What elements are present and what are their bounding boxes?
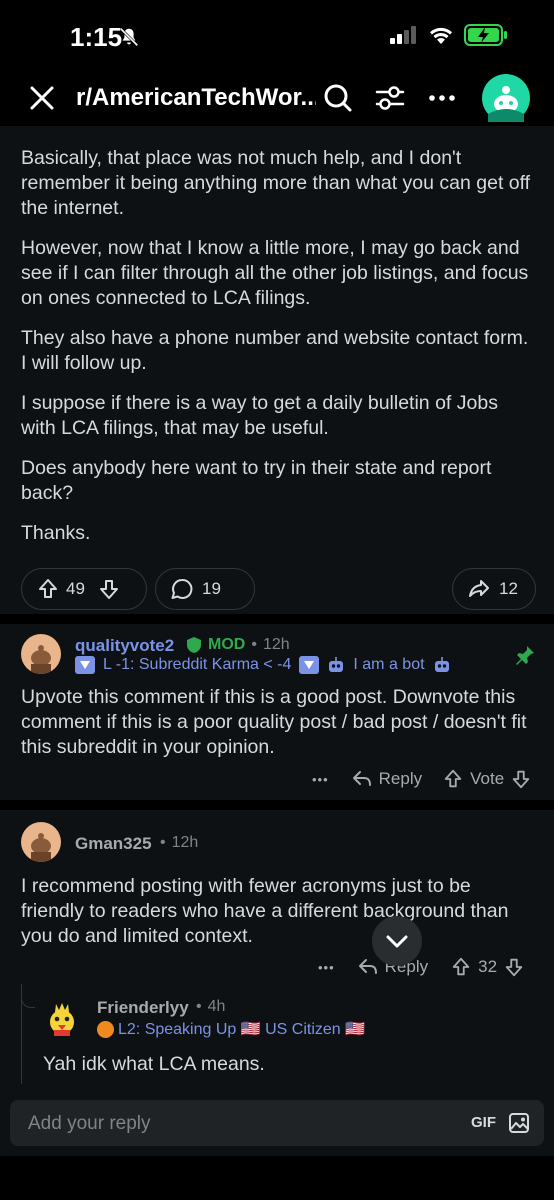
subreddit-title[interactable]: r/AmericanTechWor... [76, 84, 316, 112]
user-flair: L -1: Subreddit Karma < -4 I am a bot [75, 656, 451, 674]
comment-meta: • 4h [196, 998, 225, 1016]
chick-avatar-icon [50, 1003, 74, 1036]
more-options-button[interactable]: ••• [318, 960, 335, 975]
post-paragraph: Basically, that place was not much help,… [21, 147, 531, 219]
comment-bubble-icon [171, 578, 193, 599]
image-icon[interactable] [508, 1112, 530, 1134]
reply-button[interactable]: Reply [379, 769, 422, 789]
comment-actions: ••• Reply Vote [312, 768, 532, 790]
meta-separator: • [251, 636, 257, 653]
user-flair: L2: Speaking Up 🇺🇸 US Citizen 🇺🇸 [97, 1019, 365, 1039]
reply-icon[interactable] [351, 768, 373, 790]
avatar[interactable] [21, 822, 61, 862]
upvote-icon[interactable] [36, 577, 60, 601]
vote-label: Vote [470, 769, 505, 788]
snoo-avatar-icon [31, 645, 51, 674]
robot-icon [434, 657, 449, 672]
comment-body: Upvote this comment if this is a good po… [21, 686, 527, 758]
share-icon [469, 580, 489, 597]
comments-button[interactable]: 19 [155, 568, 255, 610]
comment-time: 4h [207, 998, 226, 1015]
comment-body: I recommend posting with fewer acronyms … [21, 875, 509, 947]
comment-time: 12h [171, 834, 199, 851]
reply-indent-curve [21, 988, 35, 1008]
reply-bar: Add your reply GIF [0, 1084, 554, 1200]
next-comment-button[interactable] [372, 916, 422, 966]
close-icon[interactable] [28, 84, 56, 112]
signal-icon [390, 26, 416, 44]
more-options-icon[interactable] [426, 82, 458, 114]
pin-icon [516, 646, 534, 665]
post-paragraph: They also have a phone number and websit… [21, 327, 529, 374]
downvote-icon[interactable] [503, 956, 525, 978]
chevron-down-icon [386, 935, 408, 948]
snoo-avatar-icon [31, 833, 51, 862]
post-vote-count: 49 [66, 579, 85, 598]
comment-meta: MOD • 12h [186, 636, 290, 654]
comment-body: Yah idk what LCA means. [43, 1053, 265, 1075]
comment-count: 19 [202, 579, 221, 598]
downvote-icon[interactable] [97, 577, 121, 601]
meta-separator: • [160, 834, 166, 851]
share-button[interactable]: 12 [452, 568, 536, 610]
comment-author[interactable]: Gman325 [75, 834, 152, 854]
wifi-icon [430, 27, 452, 44]
flair-text: I am a bot [353, 656, 425, 673]
post-paragraph: However, now that I know a little more, … [21, 237, 529, 309]
flair-down-arrow-icon [75, 656, 95, 674]
comment-vote-count: 32 [478, 957, 498, 976]
reply-placeholder: Add your reply [28, 1113, 151, 1134]
battery-charging-icon [464, 24, 507, 46]
post-paragraph: Does anybody here want to try in their s… [21, 457, 492, 504]
robot-icon [329, 657, 344, 672]
comment-author[interactable]: qualityvote2 [75, 636, 174, 656]
divider [0, 614, 554, 624]
avatar[interactable] [42, 998, 82, 1038]
status-bar: 1:15 [0, 0, 554, 70]
user-avatar[interactable] [482, 74, 530, 122]
post-paragraph: I suppose if there is a way to get a dai… [21, 392, 498, 439]
comment-author[interactable]: Frienderlyy [97, 998, 189, 1018]
meta-separator: • [196, 998, 202, 1015]
divider [0, 800, 554, 810]
shield-icon [187, 637, 201, 653]
home-indicator-area [0, 1156, 554, 1200]
reply-input[interactable]: Add your reply GIF [10, 1100, 544, 1146]
nav-bar: r/AmericanTechWor... [0, 70, 554, 126]
sort-filter-icon[interactable] [374, 82, 406, 114]
share-count: 12 [499, 579, 518, 598]
downvote-icon[interactable] [510, 768, 532, 790]
mod-badge: MOD [208, 636, 246, 653]
comment-meta: • 12h [160, 834, 198, 852]
nested-reply: Frienderlyy • 4h L2: Speaking Up 🇺🇸 US C… [0, 988, 554, 1084]
flair-down-arrow-icon [299, 656, 320, 674]
search-icon[interactable] [322, 82, 354, 114]
more-options-button[interactable]: ••• [312, 772, 329, 787]
upvote-icon[interactable] [450, 956, 472, 978]
orange-dot-icon [97, 1020, 114, 1038]
gif-button[interactable]: GIF [471, 1114, 496, 1131]
flair-text: L2: Speaking Up 🇺🇸 US Citizen 🇺🇸 [118, 1021, 366, 1038]
post-paragraph: Thanks. [21, 522, 91, 544]
avatar[interactable] [21, 634, 61, 674]
upvote-icon[interactable] [442, 768, 464, 790]
post-actions: 49 19 12 [21, 568, 536, 610]
bell-muted-icon [119, 27, 139, 47]
comment: Gman325 • 12h I recommend posting with f… [0, 810, 554, 1084]
status-time: 1:15 [70, 22, 123, 52]
comment-time: 12h [262, 636, 290, 653]
post-vote-pill: 49 [21, 568, 147, 610]
comment-mod-bot: qualityvote2 MOD • 12h L -1: Subreddit K… [0, 624, 554, 800]
thread-line [21, 984, 22, 1084]
snoo-avatar-icon [488, 86, 524, 122]
post-body: Basically, that place was not much help,… [0, 126, 554, 614]
flair-text: L -1: Subreddit Karma < -4 [103, 656, 292, 673]
post-text: Basically, that place was not much help,… [21, 146, 536, 561]
